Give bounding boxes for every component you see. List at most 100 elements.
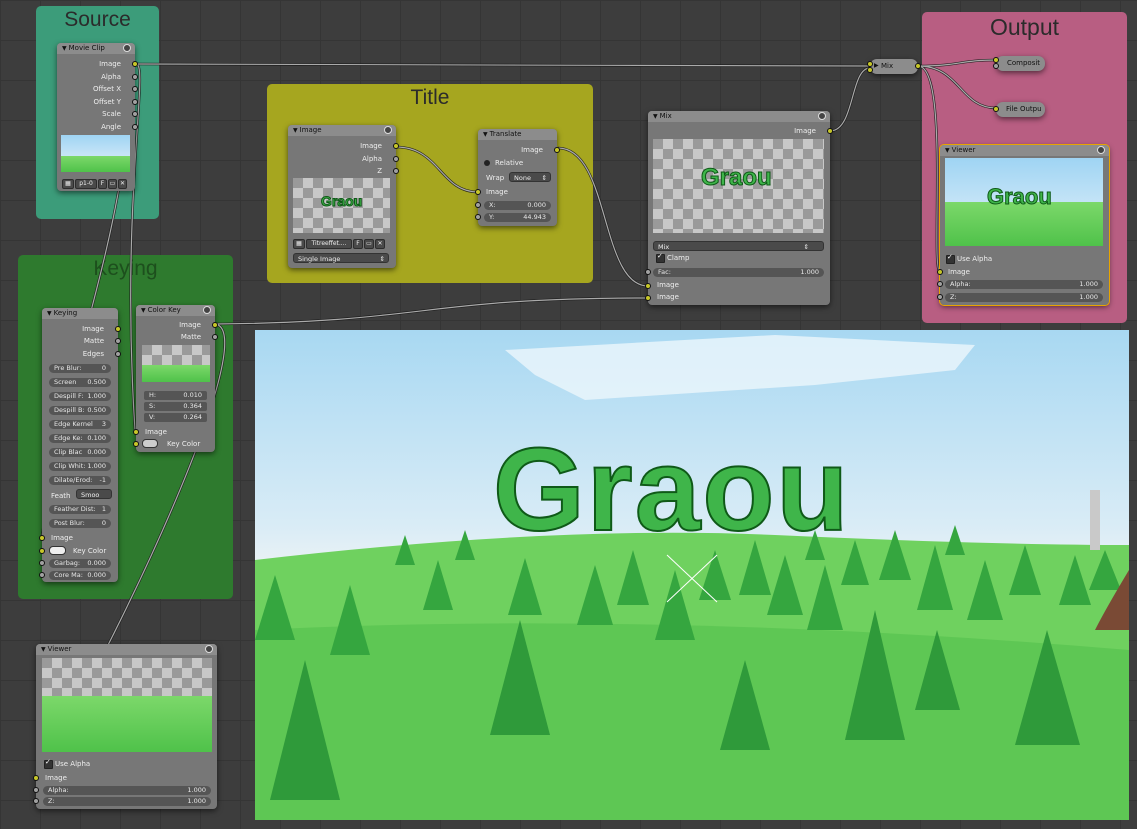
z-field[interactable]: Z: 1.000: [945, 293, 1103, 302]
socket-image-in[interactable]: [937, 269, 943, 275]
garbage-matte-field[interactable]: Garbag: 0.000: [49, 559, 111, 568]
collapse-triangle-icon[interactable]: ▼: [41, 646, 46, 653]
fake-user-button[interactable]: F: [98, 179, 107, 189]
clip-white-field[interactable]: Clip Whit: 1.000: [49, 462, 111, 471]
blend-type-dropdown[interactable]: Mix ⇕: [653, 241, 824, 251]
despill-balance-field[interactable]: Despill B: 0.500: [49, 406, 111, 415]
color-key-header[interactable]: ▼ Color Key: [136, 305, 215, 316]
collapse-triangle-icon[interactable]: ▶: [874, 62, 879, 69]
collapse-triangle-icon[interactable]: ▼: [653, 113, 658, 120]
value-field[interactable]: V: 0.264: [144, 413, 207, 422]
socket-image-out[interactable]: [115, 326, 121, 332]
translate-header[interactable]: ▼ Translate: [478, 129, 557, 140]
socket-image-out[interactable]: [915, 63, 921, 69]
socket-core-in[interactable]: [39, 572, 45, 578]
key-color-swatch[interactable]: [49, 546, 66, 555]
socket-angle-out[interactable]: [132, 124, 138, 130]
socket-alpha-in[interactable]: [33, 787, 39, 793]
file-output-node[interactable]: File Outpu: [993, 102, 1045, 117]
mix-header[interactable]: ▼ Mix: [648, 111, 830, 122]
feather-distance-field[interactable]: Feather Dist: 1: [49, 505, 111, 514]
dilate-erode-field[interactable]: Dilate/Erod: -1: [49, 476, 111, 485]
collapse-triangle-icon[interactable]: ▼: [293, 127, 298, 134]
edge-kernel-field[interactable]: Edge Kernel 3: [49, 420, 111, 429]
viewer-node-left[interactable]: ▼Viewer Use Alpha Image Alpha: 1.000 Z: 1.…: [33, 644, 217, 809]
socket-alpha-out[interactable]: [393, 156, 399, 162]
socket-image-out[interactable]: [827, 128, 833, 134]
collapse-triangle-icon[interactable]: ▼: [141, 307, 146, 314]
socket-image-out[interactable]: [554, 147, 560, 153]
viewer-output-header[interactable]: ▼ Viewer: [940, 145, 1109, 156]
socket-edges-out[interactable]: [115, 351, 121, 357]
socket-z-in[interactable]: [937, 294, 943, 300]
collapse-triangle-icon[interactable]: ▼: [483, 131, 488, 138]
socket-image-in[interactable]: [993, 106, 999, 112]
relative-radio[interactable]: [484, 160, 490, 166]
socket-alpha-out[interactable]: [132, 74, 138, 80]
z-field[interactable]: Z: 1.000: [43, 797, 211, 806]
socket-key-color-in[interactable]: [39, 548, 45, 554]
socket-z-in[interactable]: [33, 798, 39, 804]
alpha-field[interactable]: Alpha: 1.000: [43, 786, 211, 795]
node-options-icon[interactable]: [203, 306, 211, 314]
translate-node[interactable]: ▼ Translate Image Relative Wrap None ⇕ Im…: [475, 129, 560, 226]
socket-image2-in[interactable]: [645, 295, 651, 301]
socket-image-in[interactable]: [475, 189, 481, 195]
socket-image2-in[interactable]: [867, 67, 873, 73]
mix-node[interactable]: ▼Mix Image Graou Mix ⇕ Clamp Fac:1.000 I…: [645, 111, 833, 305]
clip-name-field[interactable]: p1-0: [75, 179, 97, 189]
node-options-icon[interactable]: [123, 44, 131, 52]
use-alpha-checkbox[interactable]: [44, 758, 53, 769]
socket-key-color-in[interactable]: [133, 441, 139, 447]
fake-user-button[interactable]: F: [353, 239, 363, 249]
node-options-icon[interactable]: [1097, 146, 1105, 154]
pre-blur-field[interactable]: Pre Blur: 0: [49, 364, 111, 373]
movie-clip-header[interactable]: ▼ Movie Clip: [57, 43, 135, 54]
image-open-icon[interactable]: ▭: [364, 239, 374, 249]
socket-y-in[interactable]: [475, 214, 481, 220]
hue-field[interactable]: H: 0.010: [144, 391, 207, 400]
clip-unlink-icon[interactable]: ✕: [118, 179, 127, 189]
x-field[interactable]: X: 0.000: [484, 201, 551, 210]
node-options-icon[interactable]: [384, 126, 392, 134]
viewer-left-header[interactable]: ▼ Viewer: [36, 644, 217, 655]
mix-node-collapsed[interactable]: ▶ Mix: [867, 59, 921, 74]
image-unlink-icon[interactable]: ✕: [375, 239, 385, 249]
socket-image-in[interactable]: [39, 535, 45, 541]
wrap-dropdown[interactable]: None ⇕: [509, 172, 551, 182]
socket-image-in[interactable]: [33, 775, 39, 781]
saturation-field[interactable]: S: 0.364: [144, 402, 207, 411]
feather-falloff-dropdown[interactable]: Smoo: [76, 489, 112, 499]
clamp-checkbox[interactable]: [656, 252, 665, 263]
despill-factor-field[interactable]: Despill F: 1.000: [49, 392, 111, 401]
socket-matte-out[interactable]: [115, 338, 121, 344]
keying-node[interactable]: ▼ Keying Image Matte Edges Pre Blur: 0 Scr…: [39, 308, 121, 582]
collapse-triangle-icon[interactable]: ▼: [62, 45, 67, 52]
key-color-swatch[interactable]: [142, 439, 158, 448]
socket-matte-out[interactable]: [212, 334, 218, 340]
socket-scale-out[interactable]: [132, 111, 138, 117]
movie-clip-node[interactable]: ▼ Movie Clip Image Alpha Offset X Offset …: [57, 43, 138, 191]
viewer-node-output[interactable]: ▼Viewer Graou Use Alpha Image Alpha: 1.00…: [937, 144, 1110, 306]
image-name-field[interactable]: Titreeffet....: [306, 239, 352, 249]
clip-browse-icon[interactable]: ▦: [62, 179, 74, 189]
socket-z-out[interactable]: [393, 168, 399, 174]
keying-header[interactable]: ▼ Keying: [42, 308, 118, 319]
use-alpha-checkbox[interactable]: [946, 253, 955, 264]
alpha-field[interactable]: Alpha: 1.000: [945, 280, 1103, 289]
socket-image-out[interactable]: [212, 322, 218, 328]
socket-image-in[interactable]: [133, 429, 139, 435]
image-browse-icon[interactable]: ▦: [293, 239, 305, 249]
socket-fac-in[interactable]: [645, 269, 651, 275]
collapse-triangle-icon[interactable]: ▼: [945, 147, 950, 154]
fac-field[interactable]: Fac: 1.000: [653, 268, 824, 277]
node-options-icon[interactable]: [205, 645, 213, 653]
composite-node[interactable]: Composit: [993, 56, 1045, 71]
socket-offset-y-out[interactable]: [132, 99, 138, 105]
socket-image-out[interactable]: [132, 61, 138, 67]
node-options-icon[interactable]: [818, 112, 826, 120]
socket-alpha-in[interactable]: [993, 63, 999, 69]
clip-black-field[interactable]: Clip Blac 0.000: [49, 448, 111, 457]
image-source-dropdown[interactable]: Single Image ⇕: [293, 253, 389, 263]
socket-x-in[interactable]: [475, 202, 481, 208]
